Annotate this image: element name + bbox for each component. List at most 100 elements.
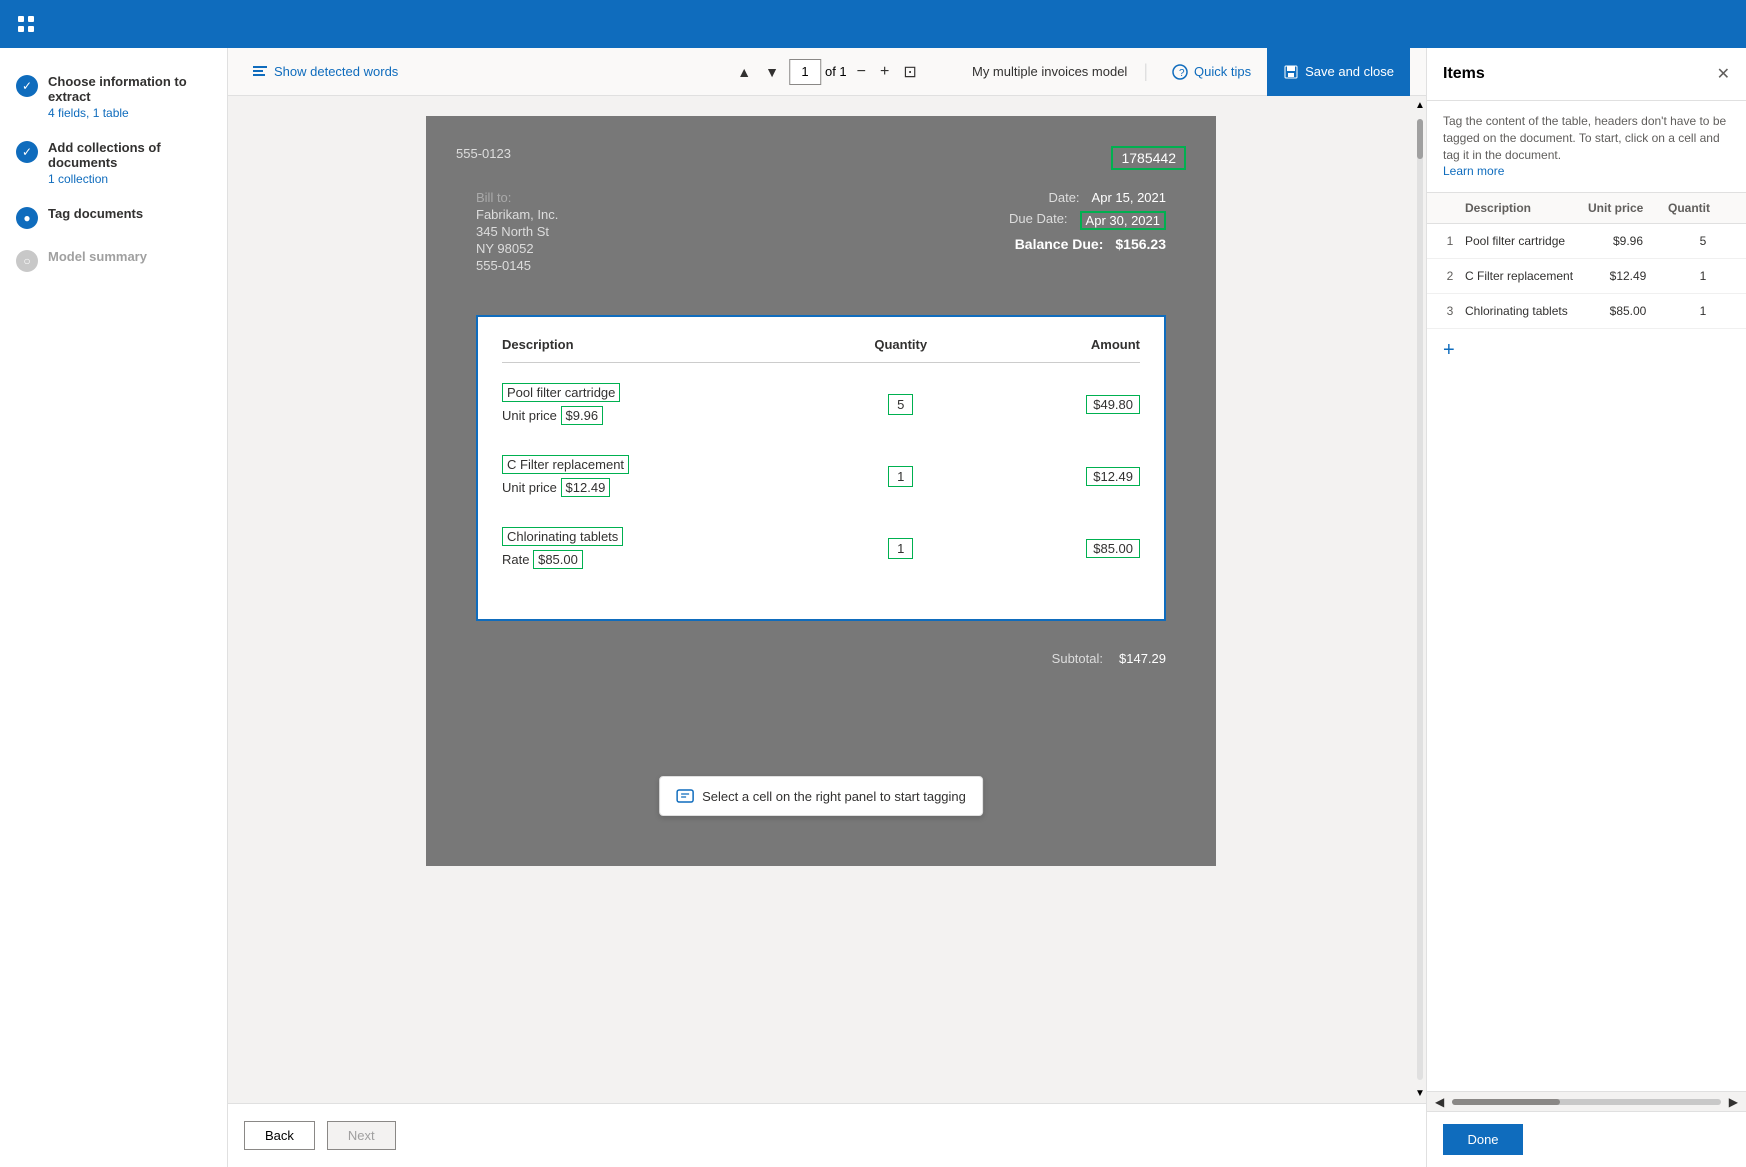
invoice-table: Description Quantity Amount Pool filter … (476, 315, 1166, 621)
invoice-item-2: C Filter replacement Unit price $12.49 1 (502, 455, 1140, 497)
step1-title: Choose information to extract (48, 74, 211, 104)
items-row2-num: 2 (1435, 269, 1465, 283)
invoice-subtotal: Subtotal: $147.29 (446, 641, 1196, 676)
items-row-2[interactable]: 2 C Filter replacement $12.49 1 (1427, 259, 1746, 294)
scrollbar-thumb (1452, 1099, 1559, 1105)
item3-price-val: $85.00 (533, 550, 583, 569)
quick-tips-button[interactable]: ? Quick tips (1164, 60, 1259, 84)
items-col-num (1435, 201, 1465, 215)
due-date-label: Due Date: (1009, 211, 1068, 230)
model-name-label: My multiple invoices model (972, 64, 1127, 79)
address1: 345 North St (476, 224, 558, 239)
balance-due-label: Balance Due: (1015, 236, 1104, 252)
item2-qty: 1 (888, 466, 913, 487)
tooltip-bar: Select a cell on the right panel to star… (659, 776, 983, 816)
items-row1-desc[interactable]: Pool filter cartridge (1465, 234, 1588, 248)
fit-page-button[interactable]: ⊡ (899, 58, 920, 86)
vertical-scrollbar[interactable]: ▲ ▼ (1414, 96, 1426, 1103)
page-navigation: ▲ ▼ of 1 − + ⊡ (733, 58, 921, 86)
items-row-1[interactable]: 1 Pool filter cartridge $9.96 5 (1427, 224, 1746, 259)
sidebar-item-step4[interactable]: ○ Model summary (0, 239, 227, 282)
item1-price-label: Unit price (502, 408, 557, 423)
invoice-document: 555-0123 1785442 Bill to: Fabrikam, Inc.… (426, 116, 1216, 866)
add-row-button[interactable]: + (1427, 329, 1471, 372)
zoom-out-button[interactable]: − (853, 59, 870, 85)
bill-to: Bill to: Fabrikam, Inc. 345 North St NY … (476, 190, 558, 275)
item3-price-label: Rate (502, 552, 529, 567)
sidebar-item-step3[interactable]: ● Tag documents (0, 196, 227, 239)
sidebar: ✓ Choose information to extract 4 fields… (0, 48, 228, 1167)
top-right-actions: My multiple invoices model | ? Quick tip… (972, 48, 1410, 96)
invoice-table-header: Description Quantity Amount (502, 337, 1140, 363)
step4-icon: ○ (16, 250, 38, 272)
items-row2-desc[interactable]: C Filter replacement (1465, 269, 1588, 283)
items-row3-desc[interactable]: Chlorinating tablets (1465, 304, 1588, 318)
items-row2-price[interactable]: $12.49 (1588, 269, 1668, 283)
phone-top: 555-0123 (456, 146, 511, 161)
horizontal-scrollbar[interactable] (1452, 1099, 1721, 1105)
svg-text:?: ? (1179, 68, 1185, 79)
show-detected-words-button[interactable]: Show detected words (244, 60, 406, 84)
doc-scroll[interactable]: 555-0123 1785442 Bill to: Fabrikam, Inc.… (228, 96, 1414, 1103)
item2-name: C Filter replacement (502, 455, 629, 474)
scroll-track (1417, 119, 1423, 1080)
invoice-number: 1785442 (1111, 146, 1186, 170)
items-col-description: Description (1465, 201, 1588, 215)
bottom-nav: Back Next (228, 1103, 1426, 1167)
items-table-header: Description Unit price Quantit (1427, 193, 1746, 224)
sidebar-item-step1[interactable]: ✓ Choose information to extract 4 fields… (0, 64, 227, 130)
page-down-button[interactable]: ▼ (761, 60, 783, 84)
step3-icon: ● (16, 207, 38, 229)
doc-area: 555-0123 1785442 Bill to: Fabrikam, Inc.… (228, 96, 1426, 1103)
step2-title: Add collections of documents (48, 140, 211, 170)
main-layout: ✓ Choose information to extract 4 fields… (0, 48, 1746, 1167)
item1-qty: 5 (888, 394, 913, 415)
done-button[interactable]: Done (1443, 1124, 1523, 1155)
item2-price-val: $12.49 (561, 478, 611, 497)
items-row3-qty[interactable]: 1 (1668, 304, 1738, 318)
invoice-item-1: Pool filter cartridge Unit price $9.96 5 (502, 383, 1140, 425)
item2-price-label: Unit price (502, 480, 557, 495)
items-row-3[interactable]: 3 Chlorinating tablets $85.00 1 (1427, 294, 1746, 329)
zoom-in-button[interactable]: + (876, 59, 893, 85)
sidebar-item-step2[interactable]: ✓ Add collections of documents 1 collect… (0, 130, 227, 196)
scroll-thumb (1417, 119, 1423, 159)
step1-icon: ✓ (16, 75, 38, 97)
page-up-button[interactable]: ▲ (733, 60, 755, 84)
item3-amount: $85.00 (1086, 539, 1140, 558)
date-value: Apr 15, 2021 (1092, 190, 1166, 205)
items-row2-qty[interactable]: 1 (1668, 269, 1738, 283)
step2-icon: ✓ (16, 141, 38, 163)
items-row3-num: 3 (1435, 304, 1465, 318)
items-row1-price[interactable]: $9.96 (1588, 234, 1668, 248)
bill-to-label: Bill to: (476, 190, 558, 205)
items-row3-price[interactable]: $85.00 (1588, 304, 1668, 318)
close-panel-button[interactable]: ✕ (1717, 64, 1730, 84)
topbar (0, 0, 1746, 48)
company-name: Fabrikam, Inc. (476, 207, 558, 222)
balance-due-value: $156.23 (1115, 236, 1166, 252)
step1-subtitle: 4 fields, 1 table (48, 106, 211, 120)
invoice-header: Bill to: Fabrikam, Inc. 345 North St NY … (446, 170, 1196, 295)
save-close-button[interactable]: Save and close (1267, 48, 1410, 96)
scroll-left-button[interactable]: ◀ (1435, 1095, 1444, 1109)
right-panel-header: Items ✕ (1427, 48, 1746, 101)
subtotal-label: Subtotal: (1052, 651, 1103, 666)
doc-toolbar: Show detected words ▲ ▼ of 1 − + ⊡ My mu… (228, 48, 1426, 96)
grid-icon[interactable] (16, 14, 36, 34)
step2-subtitle: 1 collection (48, 172, 211, 186)
right-panel-title: Items (1443, 65, 1485, 83)
items-col-quantity: Quantit (1668, 201, 1738, 215)
invoice-item-3: Chlorinating tablets Rate $85.00 1 (502, 527, 1140, 569)
done-btn-area: Done (1427, 1111, 1746, 1167)
horizontal-scroll-area: ◀ ▶ (1427, 1091, 1746, 1111)
item3-name: Chlorinating tablets (502, 527, 623, 546)
learn-more-link[interactable]: Learn more (1443, 164, 1504, 178)
invoice-dates: Date: Apr 15, 2021 Due Date: Apr 30, 202… (1009, 190, 1166, 275)
item3-qty: 1 (888, 538, 913, 559)
back-button[interactable]: Back (244, 1121, 315, 1150)
scroll-right-button[interactable]: ▶ (1729, 1095, 1738, 1109)
page-number-input[interactable] (789, 59, 821, 85)
col-amount: Amount (981, 337, 1141, 352)
items-row1-qty[interactable]: 5 (1668, 234, 1738, 248)
